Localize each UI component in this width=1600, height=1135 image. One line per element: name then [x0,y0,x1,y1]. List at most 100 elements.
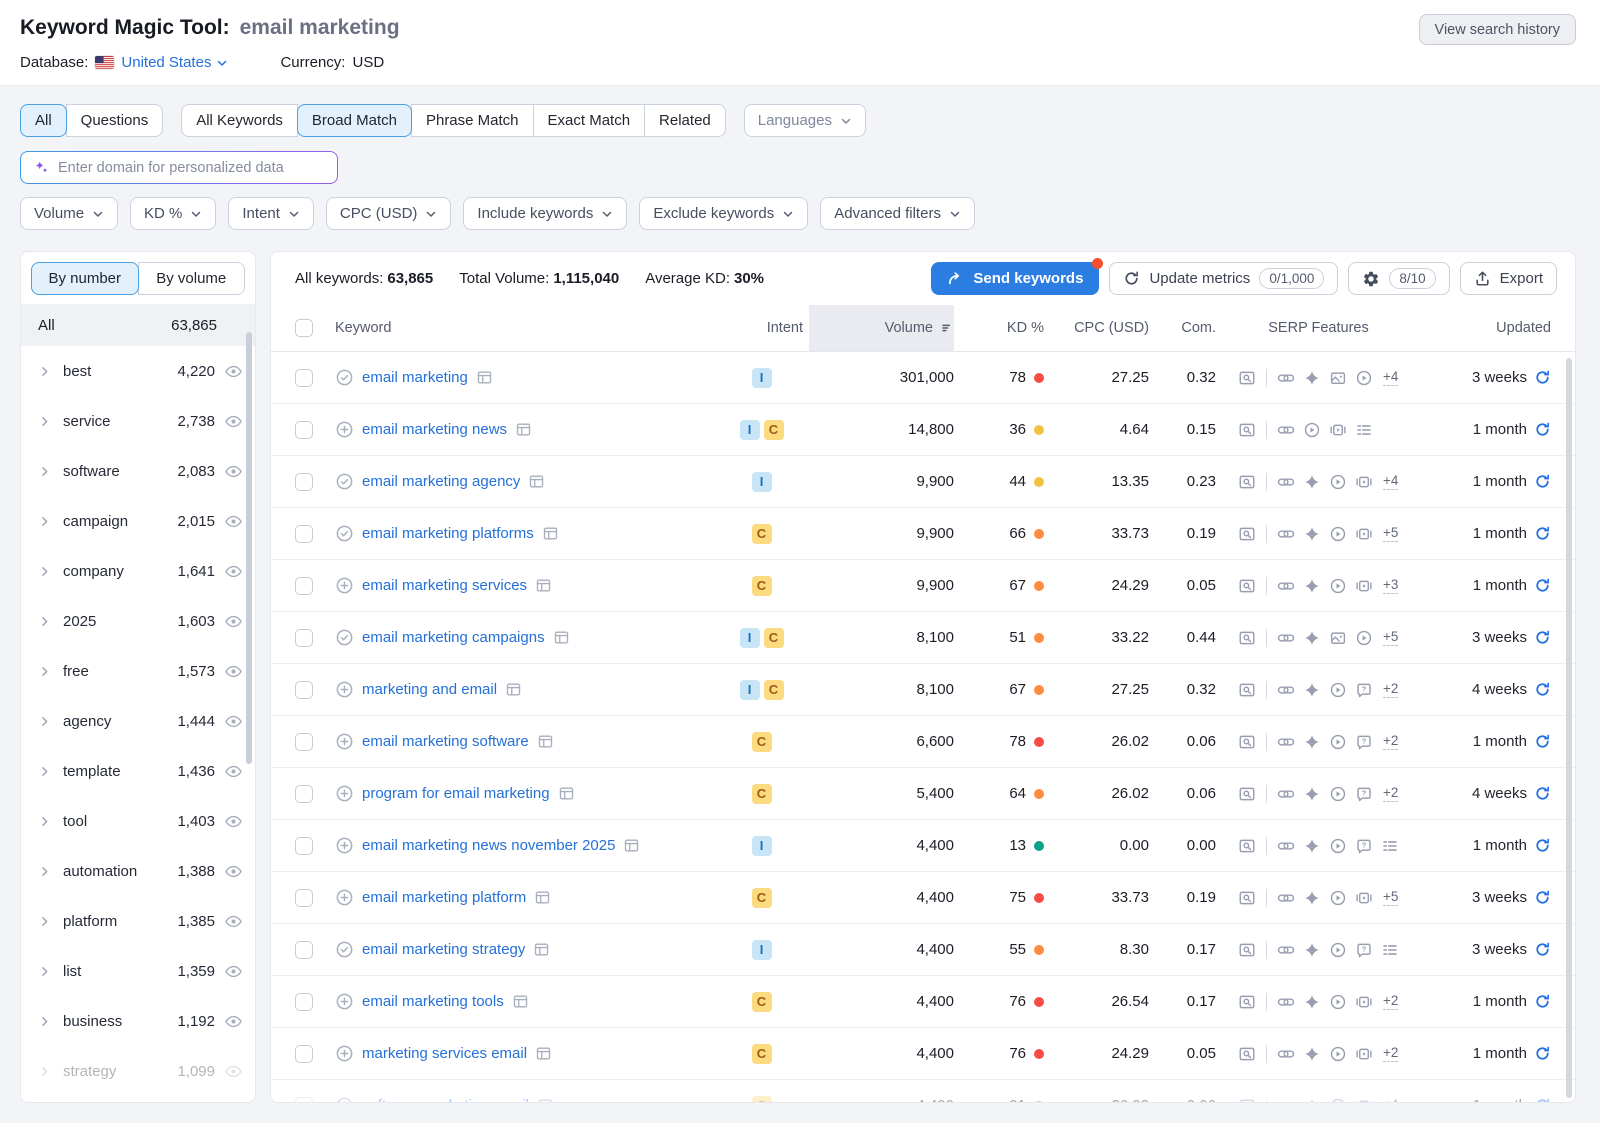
serp-preview-icon[interactable] [1238,1045,1256,1063]
row-checkbox[interactable] [295,680,313,699]
sidebar-item-automation[interactable]: automation 1,388 [21,846,255,896]
ads-icon[interactable] [1303,525,1321,543]
video-icon[interactable] [1329,785,1347,803]
keyword-link[interactable]: email marketing strategy [362,941,525,958]
sidebar-item-free[interactable]: free 1,573 [21,646,255,696]
list-icon[interactable] [1381,837,1399,855]
serp-preview-icon[interactable] [1238,681,1256,699]
row-checkbox[interactable] [295,888,313,907]
sidebar-scrollbar[interactable] [246,332,252,764]
eye-icon[interactable] [224,712,243,731]
sidebar-item-agency[interactable]: agency 1,444 [21,696,255,746]
column-intent[interactable]: Intent [714,320,809,336]
window-icon[interactable] [623,837,640,854]
row-checkbox[interactable] [295,992,313,1011]
plus-circle-icon[interactable] [335,888,354,907]
link-icon[interactable] [1277,1097,1295,1102]
keyword-link[interactable]: marketing and email [362,681,497,698]
eye-icon[interactable] [224,862,243,881]
window-icon[interactable] [533,941,550,958]
sidebar-item-best[interactable]: best 4,220 [21,346,255,396]
refresh-icon[interactable] [1534,681,1551,698]
serp-preview-icon[interactable] [1238,629,1256,647]
keyword-link[interactable]: email marketing news [362,421,507,438]
sidebar-item-company[interactable]: company 1,641 [21,546,255,596]
serp-more-count[interactable]: +5 [1383,889,1399,906]
sidebar-item-business[interactable]: business 1,192 [21,996,255,1046]
filter-include-keywords[interactable]: Include keywords [463,197,628,230]
view-search-history-button[interactable]: View search history [1418,14,1576,45]
video-icon[interactable] [1329,941,1347,959]
check-circle-icon[interactable] [335,524,354,543]
serp-preview-icon[interactable] [1238,421,1256,439]
eye-icon[interactable] [224,362,243,381]
refresh-icon[interactable] [1534,577,1551,594]
link-icon[interactable] [1277,369,1295,387]
refresh-icon[interactable] [1534,785,1551,802]
video-icon[interactable] [1329,733,1347,751]
video-icon[interactable] [1329,681,1347,699]
serp-more-count[interactable]: +2 [1383,1045,1399,1062]
keyword-link[interactable]: email marketing agency [362,473,520,490]
list-icon[interactable] [1381,941,1399,959]
carousel-icon[interactable] [1355,473,1373,491]
ads-icon[interactable] [1303,681,1321,699]
keyword-link[interactable]: marketing services email [362,1045,527,1062]
filter-volume[interactable]: Volume [20,197,119,230]
refresh-icon[interactable] [1534,421,1551,438]
sidebar-item-service[interactable]: service 2,738 [21,396,255,446]
column-kd[interactable]: KD % [954,320,1044,336]
sidebar-toggle-by-volume[interactable]: By volume [137,262,245,295]
ads-icon[interactable] [1303,577,1321,595]
ads-icon[interactable] [1303,941,1321,959]
eye-icon[interactable] [224,562,243,581]
row-checkbox[interactable] [295,524,313,543]
check-circle-icon[interactable] [335,472,354,491]
window-icon[interactable] [505,681,522,698]
keyword-link[interactable]: email marketing platform [362,889,526,906]
refresh-icon[interactable] [1534,473,1551,490]
tab-phrase-match[interactable]: Phrase Match [410,104,534,137]
keyword-link[interactable]: software marketing email [362,1097,529,1102]
row-checkbox[interactable] [295,628,313,647]
faq-icon[interactable]: ? [1355,733,1373,751]
serp-more-count[interactable]: +4 [1383,473,1399,490]
sidebar-item-2025[interactable]: 2025 1,603 [21,596,255,646]
keyword-link[interactable]: email marketing news november 2025 [362,837,615,854]
sidebar-item-platform[interactable]: platform 1,385 [21,896,255,946]
row-checkbox[interactable] [295,576,313,595]
ads-icon[interactable] [1303,837,1321,855]
link-icon[interactable] [1277,421,1295,439]
ads-icon[interactable] [1303,369,1321,387]
serp-preview-icon[interactable] [1238,577,1256,595]
serp-preview-icon[interactable] [1238,369,1256,387]
plus-circle-icon[interactable] [335,836,354,855]
serp-preview-icon[interactable] [1238,733,1256,751]
serp-preview-icon[interactable] [1238,525,1256,543]
plus-circle-icon[interactable] [335,420,354,439]
link-icon[interactable] [1277,993,1295,1011]
faq-icon[interactable]: ? [1355,785,1373,803]
metrics-settings-button[interactable]: 8/10 [1348,262,1450,295]
eye-icon[interactable] [224,812,243,831]
link-icon[interactable] [1277,577,1295,595]
video-icon[interactable] [1329,473,1347,491]
refresh-icon[interactable] [1534,1045,1551,1062]
serp-more-count[interactable]: +3 [1383,577,1399,594]
sidebar-item-software[interactable]: software 2,083 [21,446,255,496]
refresh-icon[interactable] [1534,993,1551,1010]
link-icon[interactable] [1277,733,1295,751]
tab-all-keywords[interactable]: All Keywords [181,104,298,137]
serp-preview-icon[interactable] [1238,473,1256,491]
link-icon[interactable] [1277,941,1295,959]
ads-icon[interactable] [1303,733,1321,751]
domain-input[interactable]: Enter domain for personalized data [20,151,338,184]
carousel-icon[interactable] [1355,889,1373,907]
link-icon[interactable] [1277,525,1295,543]
sidebar-item-template[interactable]: template 1,436 [21,746,255,796]
eye-icon[interactable] [224,762,243,781]
sidebar-item-strategy[interactable]: strategy 1,099 [21,1046,255,1096]
image-icon[interactable] [1329,629,1347,647]
link-icon[interactable] [1277,629,1295,647]
check-circle-icon[interactable] [335,368,354,387]
